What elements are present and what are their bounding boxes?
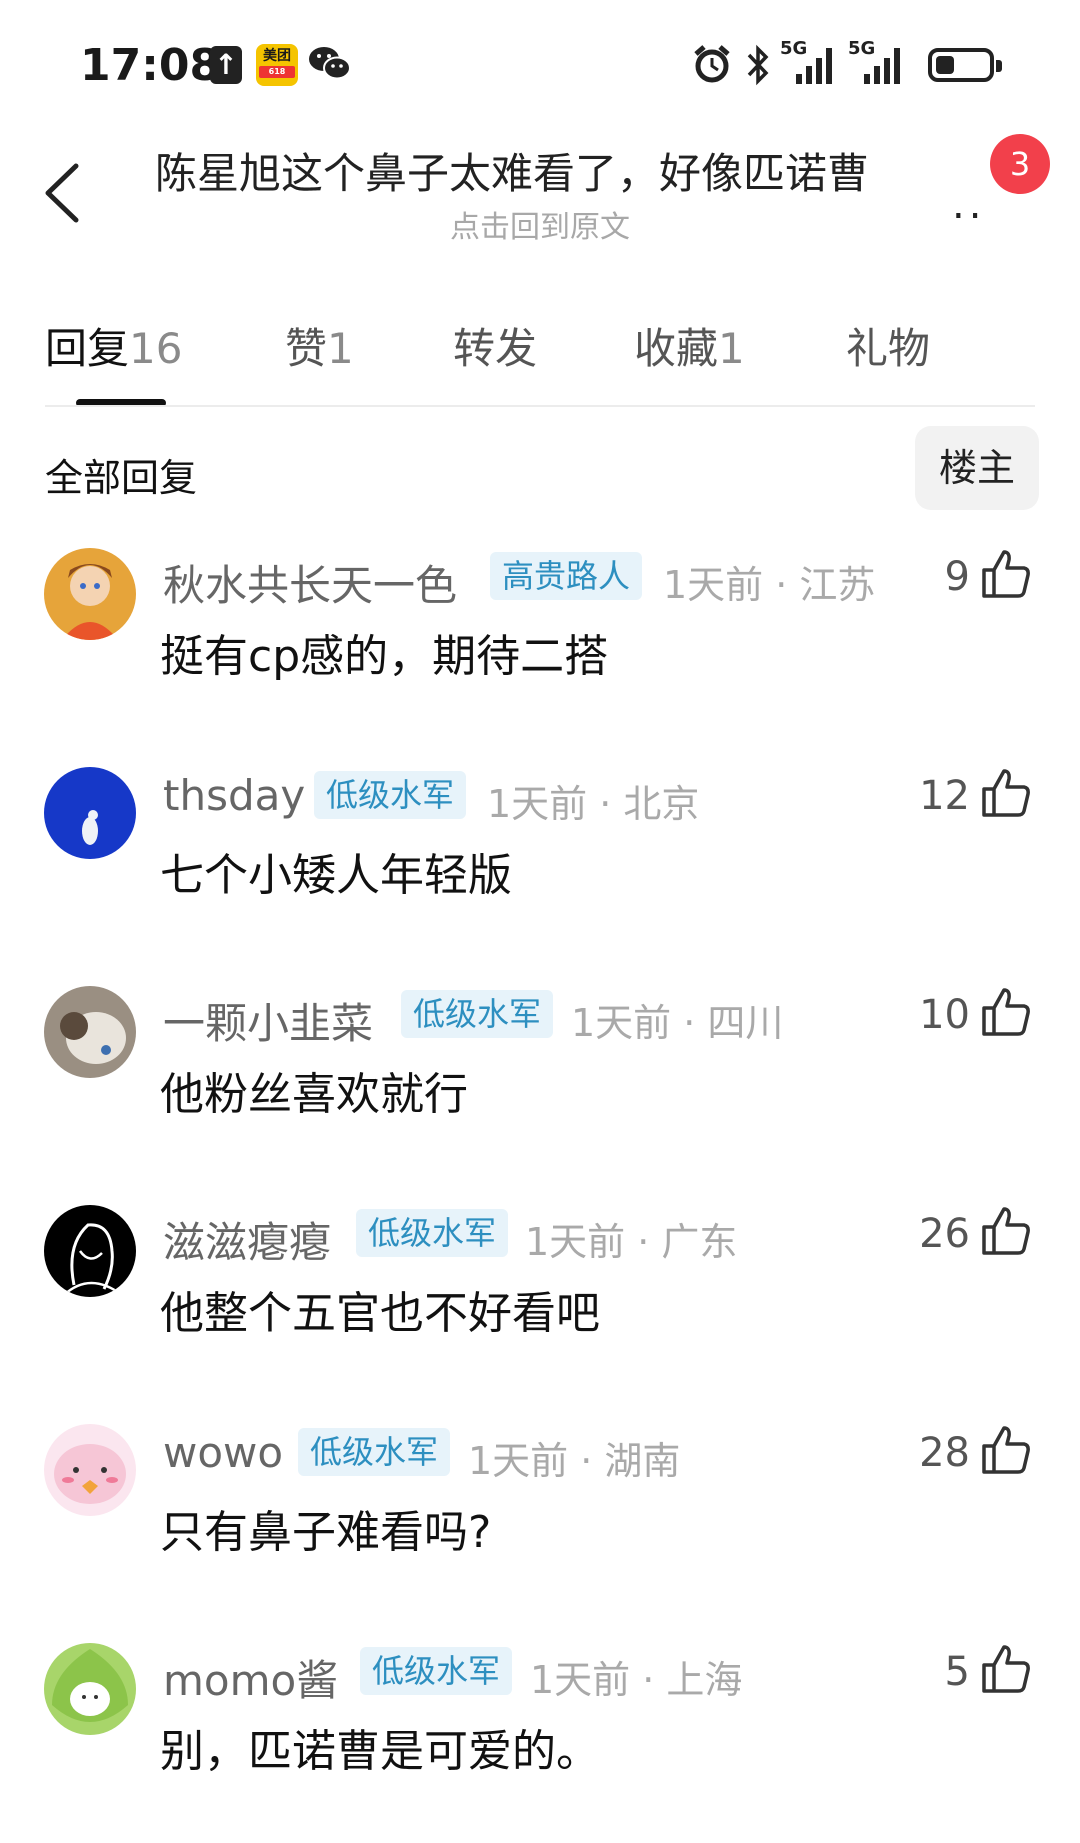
battery-fill xyxy=(936,56,954,74)
wechat-icon xyxy=(309,47,351,80)
like-count: 10 xyxy=(919,992,970,1038)
comment-item[interactable]: momo酱 低级水军 1天前 · 上海 5 别，匹诺曹是可爱的。 xyxy=(0,1643,1080,1843)
avatar[interactable] xyxy=(44,1205,136,1297)
username[interactable]: 一颗小韭菜 xyxy=(163,990,373,1051)
filter-row: 全部回复 楼主 xyxy=(0,420,1080,520)
status-time: 17:08 xyxy=(80,40,221,91)
username[interactable]: 滋滋瘪瘪 xyxy=(163,1209,331,1270)
divider xyxy=(45,405,1035,407)
tab-count: 1 xyxy=(327,324,354,373)
comment-item[interactable]: 一颗小韭菜 低级水军 1天前 · 四川 10 他粉丝喜欢就行 xyxy=(0,986,1080,1186)
sim1-label: 5G xyxy=(780,38,808,59)
notification-badge[interactable]: 3 xyxy=(990,134,1050,194)
meituan-sub: 618 xyxy=(259,66,295,78)
alarm-icon xyxy=(694,45,730,83)
tab-label: 赞 xyxy=(285,324,328,373)
comment-text: 他粉丝喜欢就行 xyxy=(160,1069,468,1120)
tab-label: 收藏 xyxy=(634,324,719,373)
user-tag-badge: 低级水军 xyxy=(314,771,467,819)
upload-icon: ↑ xyxy=(210,46,242,84)
like-count: 28 xyxy=(919,1430,970,1476)
user-tag-badge: 高贵路人 xyxy=(490,552,643,600)
post-header: 陈星旭这个鼻子太难看了，好像匹诺曹 点击回到原文 .. 3 xyxy=(0,120,1080,250)
tab-favorites[interactable]: 收藏1 xyxy=(634,315,745,376)
comment-meta: 1天前 · 湖南 xyxy=(468,1439,681,1483)
username[interactable]: momo酱 xyxy=(163,1647,338,1708)
comment-item[interactable]: thsday 低级水军 1天前 · 北京 12 七个小矮人年轻版 xyxy=(0,767,1080,967)
comment-meta: 1天前 · 广东 xyxy=(525,1220,738,1264)
sim2-label: 5G xyxy=(848,38,876,59)
battery-icon xyxy=(928,48,1002,82)
thumbs-up-icon[interactable] xyxy=(980,1205,1032,1257)
avatar[interactable] xyxy=(44,986,136,1078)
comment-meta: 1天前 · 北京 xyxy=(487,782,700,826)
comment-text: 只有鼻子难看吗? xyxy=(160,1507,492,1558)
thumbs-up-icon[interactable] xyxy=(980,548,1032,600)
user-tag-badge: 低级水军 xyxy=(360,1647,513,1695)
like-count: 9 xyxy=(944,554,970,600)
comment-text: 他整个五官也不好看吧 xyxy=(160,1288,600,1339)
comment-item[interactable]: 滋滋瘪瘪 低级水军 1天前 · 广东 26 他整个五官也不好看吧 xyxy=(0,1205,1080,1405)
all-replies-label[interactable]: 全部回复 xyxy=(45,447,197,502)
username[interactable]: thsday xyxy=(163,771,305,820)
battery-cap xyxy=(996,60,1002,72)
meituan-label: 美团 xyxy=(263,48,291,64)
post-title[interactable]: 陈星旭这个鼻子太难看了，好像匹诺曹 xyxy=(155,140,935,201)
like-count: 5 xyxy=(944,1649,970,1695)
thumbs-up-icon[interactable] xyxy=(980,986,1032,1038)
tab-count: 1 xyxy=(718,324,745,373)
like-count: 12 xyxy=(919,773,970,819)
user-tag-badge: 低级水军 xyxy=(401,990,554,1038)
avatar[interactable] xyxy=(44,767,136,859)
username[interactable]: wowo xyxy=(163,1428,283,1477)
user-tag-badge: 低级水军 xyxy=(298,1428,451,1476)
comment-item[interactable]: 秋水共长天一色 高贵路人 1天前 · 江苏 9 挺有cp感的，期待二搭 xyxy=(0,548,1080,748)
thumbs-up-icon[interactable] xyxy=(980,767,1032,819)
tab-bar: 回复16 赞1 转发 收藏1 礼物 xyxy=(0,300,1080,410)
avatar[interactable] xyxy=(44,548,136,640)
tab-likes[interactable]: 赞1 xyxy=(285,315,354,376)
tab-count: 16 xyxy=(129,324,183,373)
tab-reposts[interactable]: 转发 xyxy=(453,315,537,376)
comment-text: 挺有cp感的，期待二搭 xyxy=(160,631,609,682)
tab-label: 转发 xyxy=(453,324,538,373)
back-to-original-link[interactable]: 点击回到原文 xyxy=(0,202,1080,246)
more-menu-button[interactable]: .. xyxy=(952,182,985,228)
comment-meta: 1天前 · 四川 xyxy=(571,1001,784,1045)
comment-text: 七个小矮人年轻版 xyxy=(160,850,512,901)
tab-replies[interactable]: 回复16 xyxy=(45,315,182,376)
like-count: 26 xyxy=(919,1211,970,1257)
comment-text: 别，匹诺曹是可爱的。 xyxy=(160,1726,600,1777)
comment-meta: 1天前 · 江苏 xyxy=(663,563,876,607)
avatar[interactable] xyxy=(44,1424,136,1516)
comment-meta: 1天前 · 上海 xyxy=(530,1658,743,1702)
user-tag-badge: 低级水军 xyxy=(356,1209,509,1257)
username[interactable]: 秋水共长天一色 xyxy=(163,552,457,613)
tab-label: 回复 xyxy=(45,324,130,373)
avatar[interactable] xyxy=(44,1643,136,1735)
thumbs-up-icon[interactable] xyxy=(980,1643,1032,1695)
bluetooth-icon xyxy=(747,44,769,86)
status-bar: 17:08 ↑ 美团 618 5G 5G xyxy=(0,0,1080,120)
owner-only-button[interactable]: 楼主 xyxy=(915,426,1039,510)
comment-item[interactable]: wowo 低级水军 1天前 · 湖南 28 只有鼻子难看吗? xyxy=(0,1424,1080,1624)
thumbs-up-icon[interactable] xyxy=(980,1424,1032,1476)
tab-gifts[interactable]: 礼物 xyxy=(846,315,930,376)
meituan-app-icon: 美团 618 xyxy=(256,44,298,86)
tab-label: 礼物 xyxy=(846,324,931,373)
